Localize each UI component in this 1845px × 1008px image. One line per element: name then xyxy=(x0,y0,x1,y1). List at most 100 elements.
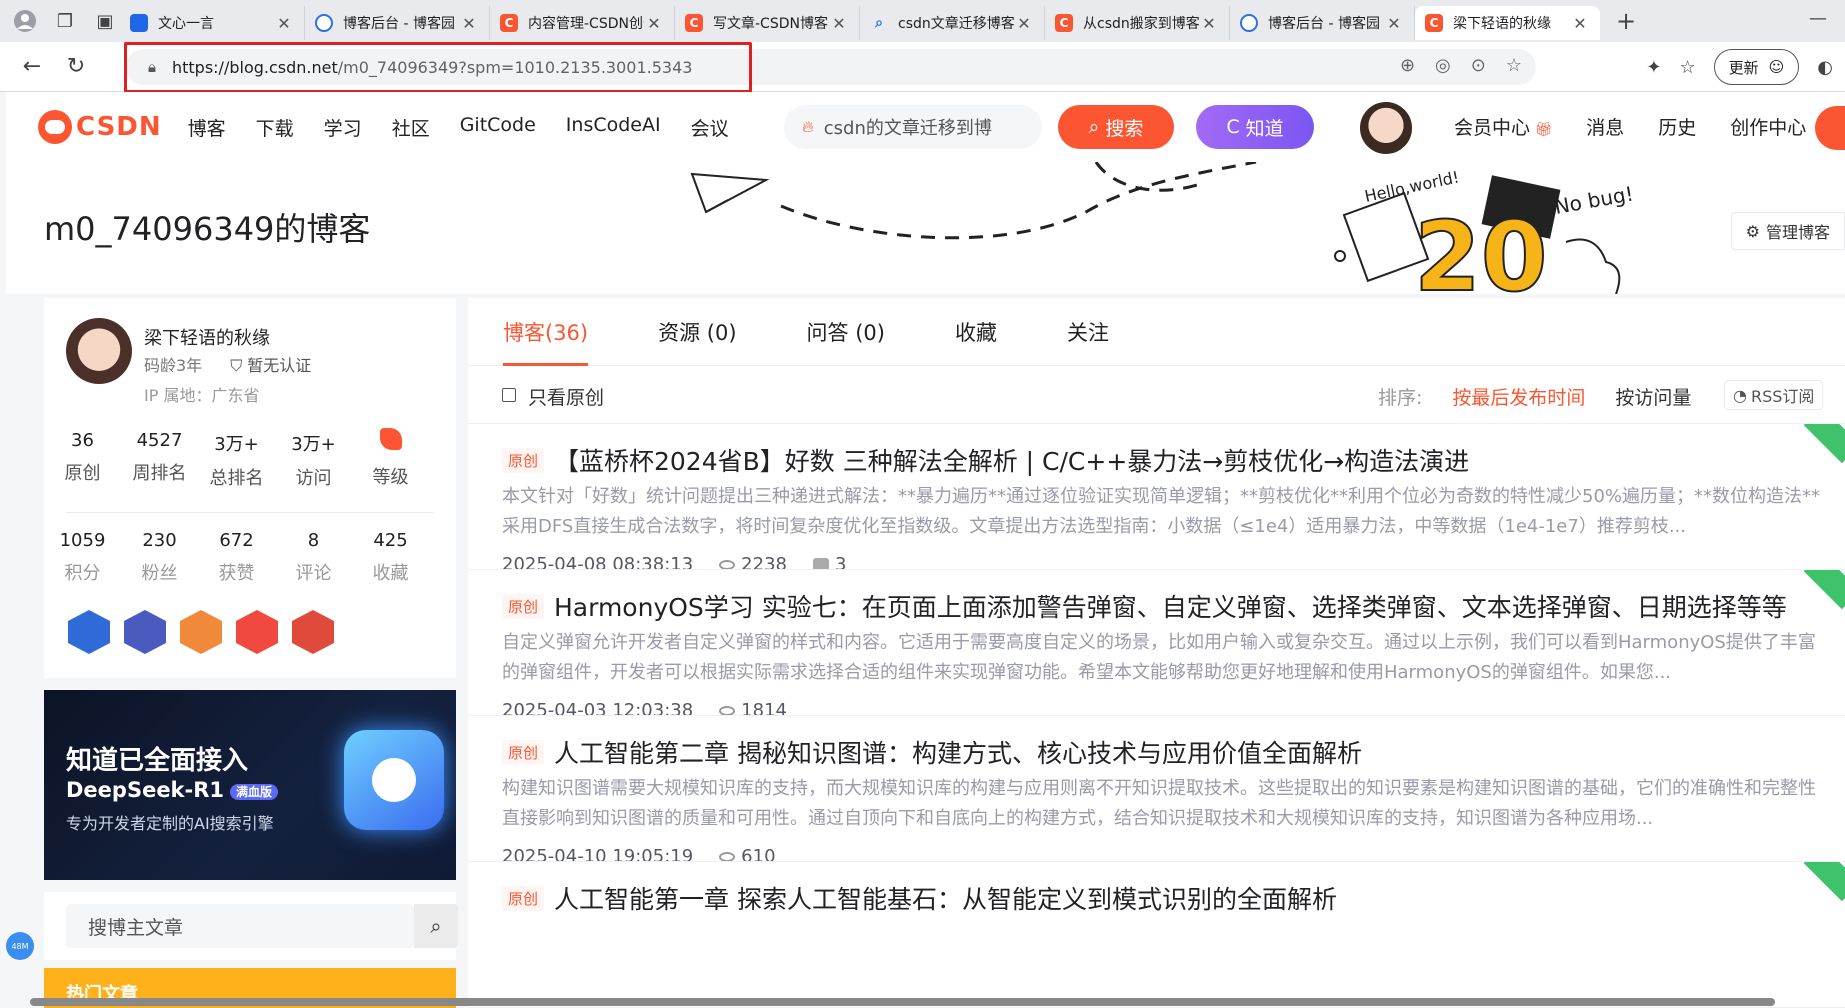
article-item[interactable]: 原创 【蓝桥杯2024省B】好数 三种解法全解析 | C/C++暴力法→剪枝优化→… xyxy=(468,424,1845,570)
stat-2[interactable]: 672 获赞 xyxy=(198,530,275,585)
sort-by-views[interactable]: 按访问量 xyxy=(1615,383,1691,410)
tab-close-icon[interactable]: ✕ xyxy=(644,14,664,33)
stat-3[interactable]: 8 评论 xyxy=(275,530,352,585)
content-tab-4[interactable]: 关注 xyxy=(1032,298,1144,366)
profile-name[interactable]: 梁下轻语的秋缘 xyxy=(144,324,270,350)
sort-by-date[interactable]: 按最后发布时间 xyxy=(1452,383,1585,410)
rss-button[interactable]: ◔ RSS订阅 xyxy=(1724,380,1824,410)
achievement-badge-icon[interactable] xyxy=(180,610,222,654)
tab-actions-icon[interactable]: ▣ xyxy=(90,6,120,36)
article-title[interactable]: HarmonyOS学习 实验七：在页面上面添加警告弹窗、自定义弹窗、选择类弹窗、… xyxy=(554,588,1787,624)
nav-4[interactable]: GitCode xyxy=(460,114,536,141)
browser-tab[interactable]: C 梁下轻语的秋缘 ✕ xyxy=(1415,6,1600,40)
article-item[interactable]: 原创 人工智能第一章 探索人工智能基石：从智能定义到模式识别的全面解析 xyxy=(468,862,1845,1008)
stat-2[interactable]: 3万+ 总排名 xyxy=(198,430,275,490)
browser-tab[interactable]: 博客后台 - 博客园 ✕ xyxy=(305,6,490,40)
stat-0[interactable]: 36 原创 xyxy=(44,430,121,490)
eye-icon xyxy=(719,851,736,861)
article-title[interactable]: 人工智能第一章 探索人工智能基石：从智能定义到模式识别的全面解析 xyxy=(554,880,1337,916)
favorites-icon[interactable]: ☆ xyxy=(1679,57,1695,78)
user-link-1[interactable]: 消息 xyxy=(1586,113,1624,140)
article-summary[interactable]: 构建知识图谱需要大规模知识库的支持，而大规模知识库的构建与应用则离不开知识提取技… xyxy=(502,774,1832,834)
nav-3[interactable]: 社区 xyxy=(392,114,430,141)
profile-icon[interactable] xyxy=(10,6,40,36)
user-link-2[interactable]: 历史 xyxy=(1658,113,1696,140)
blog-search-input[interactable]: 搜博主文章 xyxy=(66,904,414,948)
favorite-star-icon[interactable]: ☆ xyxy=(1506,55,1522,76)
stat-0[interactable]: 1059 积分 xyxy=(44,530,121,585)
article-title[interactable]: 【蓝桥杯2024省B】好数 三种解法全解析 | C/C++暴力法→剪枝优化→构造… xyxy=(554,442,1469,478)
original-tag: 原创 xyxy=(502,448,545,473)
article-item[interactable]: 原创 HarmonyOS学习 实验七：在页面上面添加警告弹窗、自定义弹窗、选择类弹… xyxy=(468,570,1845,716)
ad-line-2: DeepSeek-R1 满血版 xyxy=(66,778,279,802)
tab-favicon-icon xyxy=(315,14,333,32)
nav-2[interactable]: 学习 xyxy=(324,114,362,141)
profile-avatar[interactable] xyxy=(66,318,132,384)
stat-4[interactable]: 等级 xyxy=(352,428,429,490)
content-tab-1[interactable]: 资源 (0) xyxy=(623,298,771,366)
content-tab-0[interactable]: 博客(36) xyxy=(468,298,623,366)
stat-1[interactable]: 4527 周排名 xyxy=(121,430,198,490)
article-views: 2238 xyxy=(719,554,787,569)
stat-4[interactable]: 425 收藏 xyxy=(352,530,429,585)
browser-tab[interactable]: 博客后台 - 博客园 ✕ xyxy=(1230,6,1415,40)
tab-close-icon[interactable]: ✕ xyxy=(1199,14,1219,33)
achievement-badge-icon[interactable] xyxy=(68,610,110,654)
article-summary[interactable]: 本文针对「好数」统计问题提出三种递进式解法：**暴力遍历**通过逐位验证实现简单… xyxy=(502,482,1832,542)
user-avatar[interactable] xyxy=(1358,100,1414,156)
tab-close-icon[interactable]: ✕ xyxy=(459,14,479,33)
more-dots-icon[interactable]: ⊙ xyxy=(1471,55,1486,76)
csdn-logo[interactable]: CSDN xyxy=(38,110,162,144)
article-title[interactable]: 人工智能第二章 揭秘知识图谱：构建方式、核心技术与应用价值全面解析 xyxy=(554,734,1362,770)
window-minimize-icon[interactable]: — xyxy=(1809,8,1827,29)
new-tab-button[interactable]: + xyxy=(1606,7,1646,35)
tab-favicon-icon xyxy=(130,14,148,32)
horizontal-scrollbar[interactable] xyxy=(30,998,1775,1006)
search-button[interactable]: ⌕ 搜索 xyxy=(1058,105,1174,149)
content-tab-2[interactable]: 问答 (0) xyxy=(772,298,920,366)
tab-close-icon[interactable]: ✕ xyxy=(829,14,849,33)
browser-tab[interactable]: C 写文章-CSDN博客 ✕ xyxy=(675,6,860,40)
stat-3[interactable]: 3万+ 访问 xyxy=(275,430,352,490)
user-link-0[interactable]: 会员中心 🎁︎ xyxy=(1454,113,1552,140)
nav-0[interactable]: 博客 xyxy=(188,114,226,141)
browser-tab[interactable]: C 从csdn搬家到博客园✕ xyxy=(1045,6,1230,40)
workspaces-icon[interactable]: ❐ xyxy=(50,6,80,36)
reload-icon[interactable]: ↻ xyxy=(58,49,94,85)
browser-tab[interactable]: C 内容管理-CSDN创作中心✕ xyxy=(490,6,675,40)
achievement-badge-icon[interactable] xyxy=(124,610,166,654)
update-button[interactable]: 更新 ☺ xyxy=(1713,49,1800,85)
sync-icon[interactable]: ◎ xyxy=(1435,55,1451,76)
article-item[interactable]: 原创 人工智能第二章 揭秘知识图谱：构建方式、核心技术与应用价值全面解析 构建知识图… xyxy=(468,716,1845,862)
publish-button[interactable] xyxy=(1815,106,1845,150)
zhidao-button[interactable]: C 知道 xyxy=(1196,105,1314,149)
site-search-input[interactable]: 🔥︎ csdn的文章迁移到博 xyxy=(784,105,1042,149)
memory-badge[interactable]: 48M xyxy=(6,932,34,960)
stat-1[interactable]: 230 粉丝 xyxy=(121,530,198,585)
only-original-checkbox[interactable] xyxy=(502,388,516,402)
tab-close-icon[interactable]: ✕ xyxy=(274,14,294,33)
browser-tab[interactable]: 文心一言 ✕ xyxy=(120,6,305,40)
browser-tab[interactable]: ⌕ csdn文章迁移博客园✕ xyxy=(860,6,1045,40)
article-summary[interactable]: 自定义弹窗允许开发者自定义弹窗的样式和内容。它适用于需要高度自定义的场景，比如用… xyxy=(502,628,1832,688)
edge-copilot-icon[interactable]: ◐ xyxy=(1817,57,1833,78)
nav-1[interactable]: 下载 xyxy=(256,114,294,141)
content-tab-3[interactable]: 收藏 xyxy=(920,298,1032,366)
user-link-3[interactable]: 创作中心 xyxy=(1730,113,1806,140)
only-original-label[interactable]: 只看原创 xyxy=(528,383,604,410)
manage-blog-button[interactable]: ⚙ 管理博客 xyxy=(1730,212,1845,250)
nav-5[interactable]: InsCodeAI xyxy=(566,114,661,141)
tab-close-icon[interactable]: ✕ xyxy=(1384,14,1404,33)
zoom-icon[interactable]: ⊕ xyxy=(1400,55,1415,76)
extensions-icon[interactable]: ✦ xyxy=(1646,57,1661,78)
back-arrow-icon[interactable]: ← xyxy=(14,49,50,85)
tab-close-icon[interactable]: ✕ xyxy=(1014,14,1034,33)
level-badge-icon xyxy=(379,428,402,450)
zhidao-ad-banner[interactable]: 知道已全面接入 DeepSeek-R1 满血版 专为开发者定制的AI搜索引擎 xyxy=(44,690,456,880)
achievement-badge-icon[interactable] xyxy=(236,610,278,654)
tab-close-icon[interactable]: ✕ xyxy=(1570,14,1590,33)
blog-search-icon[interactable]: ⌕ xyxy=(414,904,458,948)
nav-6[interactable]: 会议 xyxy=(691,114,729,141)
stat-label: 等级 xyxy=(372,467,409,488)
achievement-badge-icon[interactable] xyxy=(292,610,334,654)
